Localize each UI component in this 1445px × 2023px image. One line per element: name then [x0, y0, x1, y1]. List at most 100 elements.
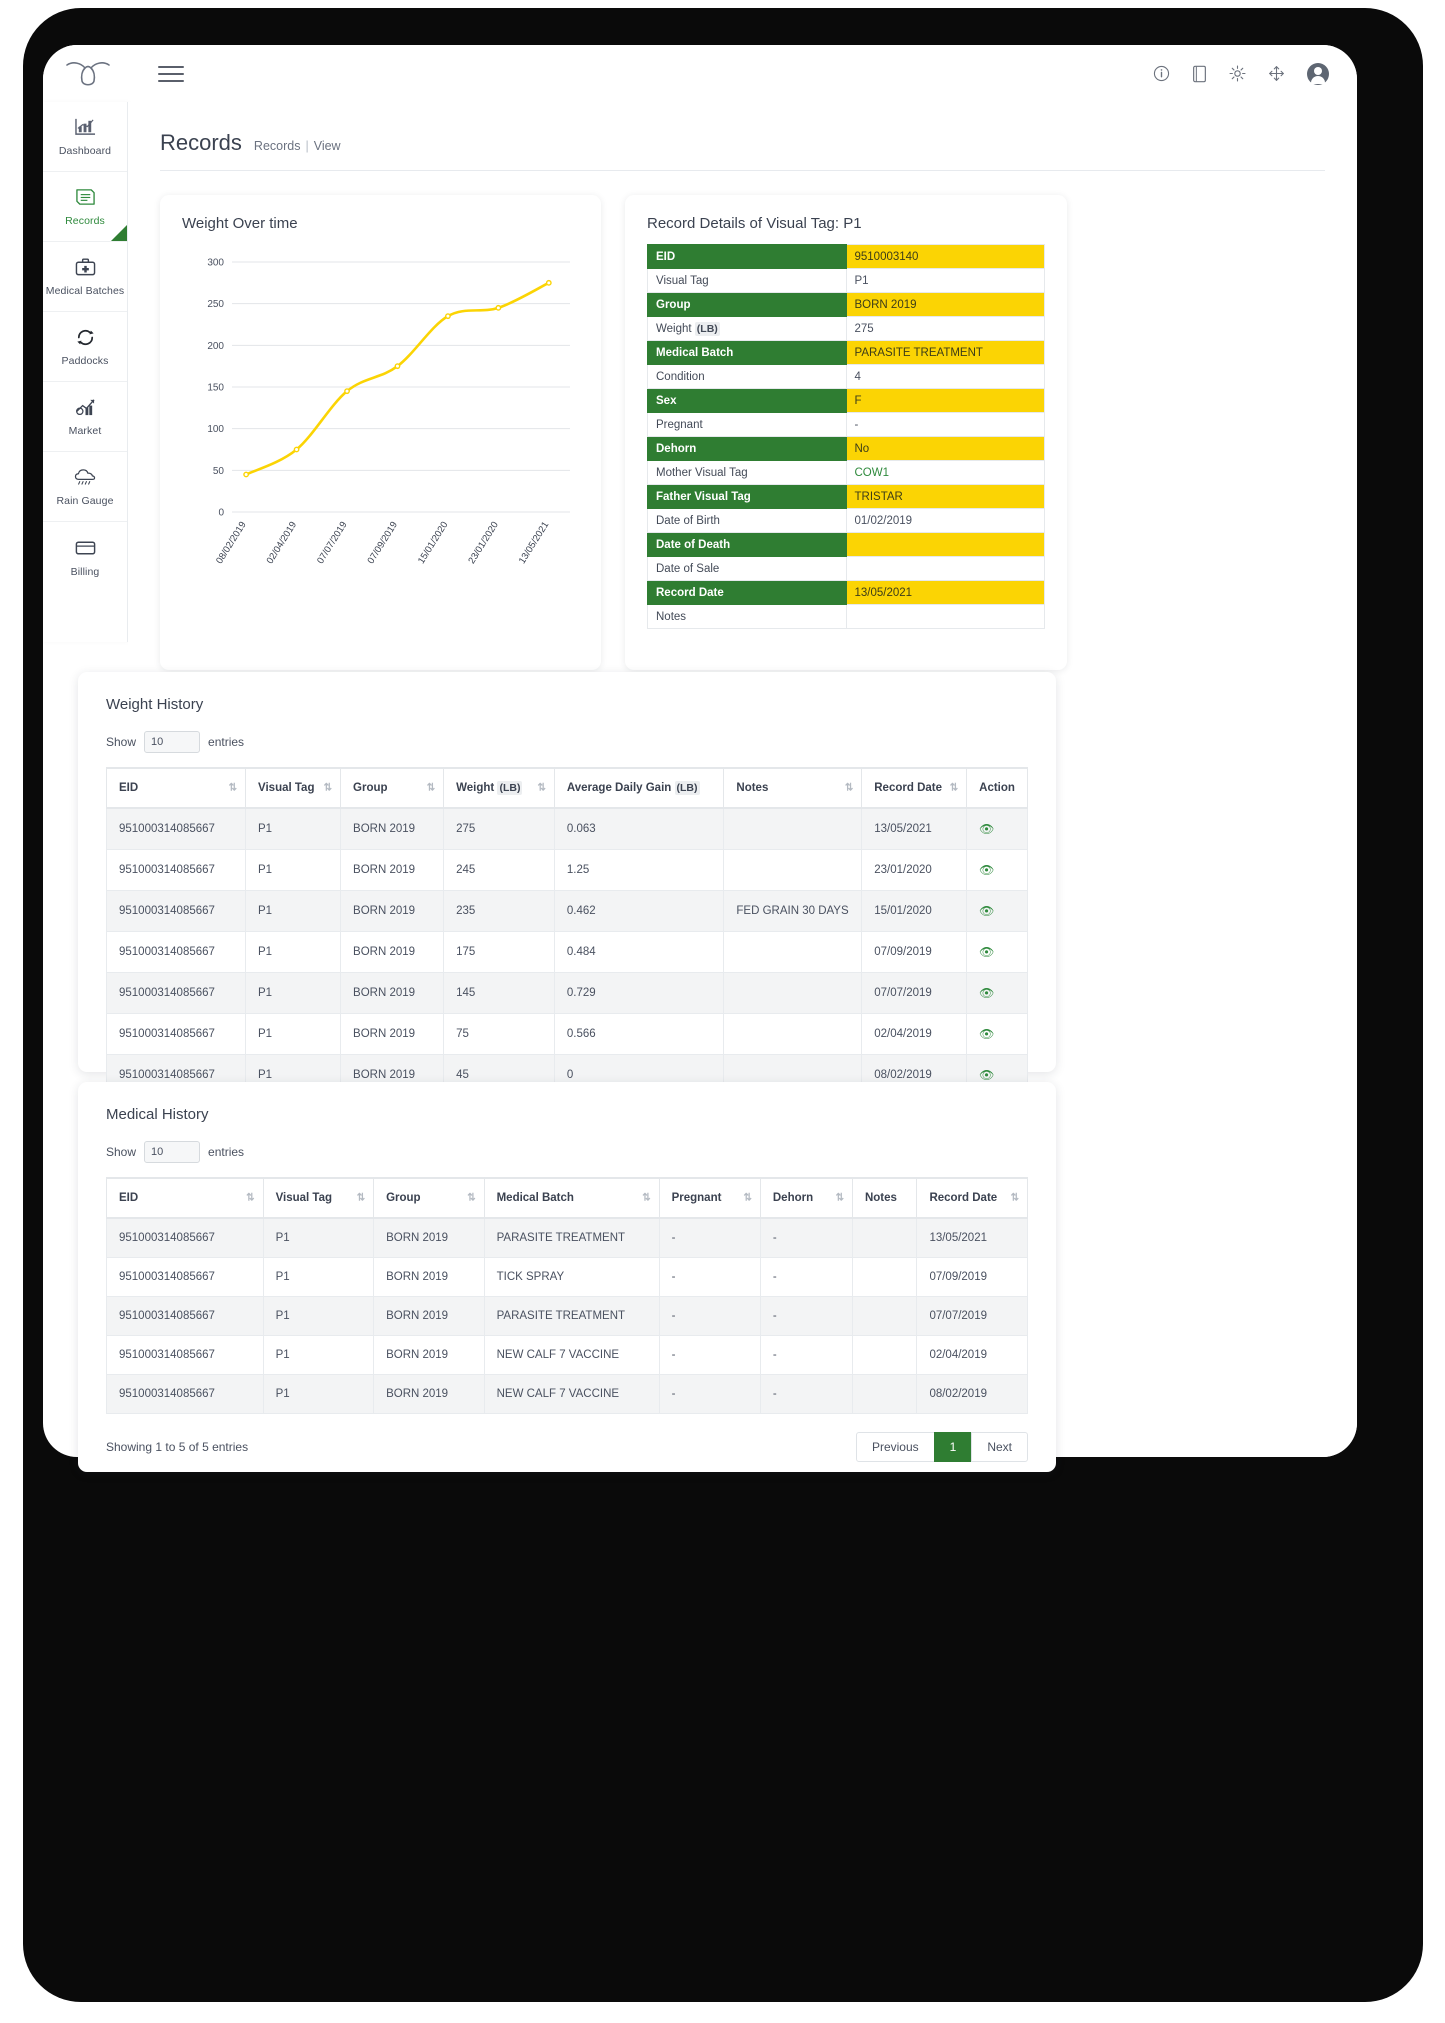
record-detail-key: Date of Death: [648, 533, 847, 557]
cell-visual-tag: P1: [246, 808, 341, 850]
cell-record-date: 23/01/2020: [862, 850, 967, 891]
cell-record-date: 13/05/2021: [862, 808, 967, 850]
y-axis-tick-label: 100: [207, 424, 224, 435]
eye-icon[interactable]: 👁: [979, 1027, 994, 1041]
cell-action: 👁: [967, 808, 1028, 850]
th-visual-tag[interactable]: Visual Tag⇅: [246, 768, 341, 808]
cell-visual-tag: P1: [246, 932, 341, 973]
record-detail-value: No: [846, 437, 1045, 461]
pagination: Previous 1 Next: [857, 1432, 1028, 1462]
cell-weight: 145: [444, 973, 555, 1014]
sidebar-item-rain-gauge[interactable]: Rain Gauge: [43, 452, 127, 522]
user-avatar-icon[interactable]: [1307, 63, 1329, 85]
chart-data-point: [244, 472, 248, 476]
cell-group: BORN 2019: [341, 973, 444, 1014]
entries-label: entries: [208, 1145, 244, 1159]
record-details-table: EID9510003140Visual TagP1GroupBORN 2019W…: [647, 244, 1045, 629]
sidebar-item-market[interactable]: Market: [43, 382, 127, 452]
eye-icon[interactable]: 👁: [979, 945, 994, 959]
cell-batch: PARASITE TREATMENT: [484, 1297, 659, 1336]
pagination-previous[interactable]: Previous: [856, 1432, 935, 1462]
medical-entries-input[interactable]: [144, 1141, 200, 1163]
cell-pregnant: -: [659, 1258, 760, 1297]
cell-group: BORN 2019: [374, 1297, 485, 1336]
hamburger-menu-icon[interactable]: [158, 66, 184, 82]
sort-icon: ⇅: [845, 783, 852, 794]
th-eid[interactable]: EID⇅: [107, 1178, 264, 1218]
breadcrumb-records[interactable]: Records: [254, 139, 301, 153]
info-circle-icon[interactable]: [1153, 65, 1170, 82]
record-detail-value: PARASITE TREATMENT: [846, 341, 1045, 365]
eye-icon[interactable]: 👁: [979, 986, 994, 1000]
book-icon[interactable]: [1192, 65, 1207, 83]
cell-weight: 275: [444, 808, 555, 850]
sidebar-item-paddocks[interactable]: Paddocks: [43, 312, 127, 382]
record-detail-row: Record Date13/05/2021: [648, 581, 1045, 605]
th-visual-tag[interactable]: Visual Tag⇅: [263, 1178, 374, 1218]
breadcrumb-separator: |: [305, 139, 308, 153]
record-detail-value: 275: [846, 317, 1045, 341]
weight-entries-input[interactable]: [144, 731, 200, 753]
cell-visual-tag: P1: [263, 1297, 374, 1336]
eye-icon[interactable]: 👁: [979, 863, 994, 877]
record-detail-key: Weight (LB): [648, 317, 847, 341]
sidebar-item-label: Medical Batches: [46, 285, 125, 297]
x-axis-tick-label: 15/01/2020: [416, 520, 451, 566]
sidebar-item-medical-batches[interactable]: Medical Batches: [43, 242, 127, 312]
th-weight[interactable]: Weight (LB)⇅: [444, 768, 555, 808]
cell-group: BORN 2019: [374, 1336, 485, 1375]
chart-data-point: [345, 389, 349, 393]
sort-icon: ⇅: [836, 1193, 843, 1204]
th-record-date[interactable]: Record Date⇅: [862, 768, 967, 808]
th-record-date[interactable]: Record Date⇅: [917, 1178, 1028, 1218]
th-group[interactable]: Group⇅: [374, 1178, 485, 1218]
th-group[interactable]: Group⇅: [341, 768, 444, 808]
record-detail-key: Pregnant: [648, 413, 847, 437]
cell-batch: PARASITE TREATMENT: [484, 1218, 659, 1258]
cell-pregnant: -: [659, 1297, 760, 1336]
th-eid[interactable]: EID⇅: [107, 768, 246, 808]
th-pregnant[interactable]: Pregnant⇅: [659, 1178, 760, 1218]
cell-record-date: 02/04/2019: [917, 1336, 1028, 1375]
eye-icon[interactable]: 👁: [979, 822, 994, 836]
sidebar-item-label: Market: [69, 425, 102, 437]
table-row: 951000314085667P1BORN 20191450.72907/07/…: [107, 973, 1028, 1014]
y-axis-tick-label: 250: [207, 299, 224, 310]
cell-dehorn: -: [760, 1375, 852, 1414]
record-detail-row: Medical BatchPARASITE TREATMENT: [648, 341, 1045, 365]
cell-adg: 0.484: [554, 932, 724, 973]
cell-eid: 951000314085667: [107, 1258, 264, 1297]
cell-dehorn: -: [760, 1218, 852, 1258]
eye-icon[interactable]: 👁: [979, 904, 994, 918]
breadcrumb-view[interactable]: View: [314, 139, 341, 153]
sidebar-item-billing[interactable]: Billing: [43, 522, 127, 592]
longhorn-logo-icon[interactable]: [43, 59, 128, 89]
record-detail-key: Notes: [648, 605, 847, 629]
record-detail-value: 01/02/2019: [846, 509, 1045, 533]
th-dehorn[interactable]: Dehorn⇅: [760, 1178, 852, 1218]
table-row: 951000314085667P1BORN 2019750.56602/04/2…: [107, 1014, 1028, 1055]
y-axis-tick-label: 50: [213, 466, 225, 477]
sidebar-item-records[interactable]: Records: [43, 172, 127, 242]
record-detail-value: 13/05/2021: [846, 581, 1045, 605]
money-growth-icon: [74, 396, 97, 418]
chart-line-series: [246, 283, 549, 475]
record-detail-value: P1: [846, 269, 1045, 293]
move-arrows-icon[interactable]: [1268, 65, 1285, 82]
cell-eid: 951000314085667: [107, 1014, 246, 1055]
cell-weight: 245: [444, 850, 555, 891]
pagination-next[interactable]: Next: [971, 1432, 1028, 1462]
th-notes[interactable]: Notes⇅: [724, 768, 862, 808]
cell-adg: 0.063: [554, 808, 724, 850]
cell-visual-tag: P1: [246, 973, 341, 1014]
pagination-page-1[interactable]: 1: [934, 1432, 973, 1462]
record-detail-key: Group: [648, 293, 847, 317]
th-medical-batch[interactable]: Medical Batch⇅: [484, 1178, 659, 1218]
refresh-cycle-icon: [74, 326, 97, 348]
sidebar-item-dashboard[interactable]: Dashboard: [43, 102, 127, 172]
chart-data-point: [496, 306, 500, 310]
eye-icon[interactable]: 👁: [979, 1068, 994, 1082]
cell-dehorn: -: [760, 1297, 852, 1336]
gear-icon[interactable]: [1229, 65, 1246, 82]
cell-eid: 951000314085667: [107, 891, 246, 932]
